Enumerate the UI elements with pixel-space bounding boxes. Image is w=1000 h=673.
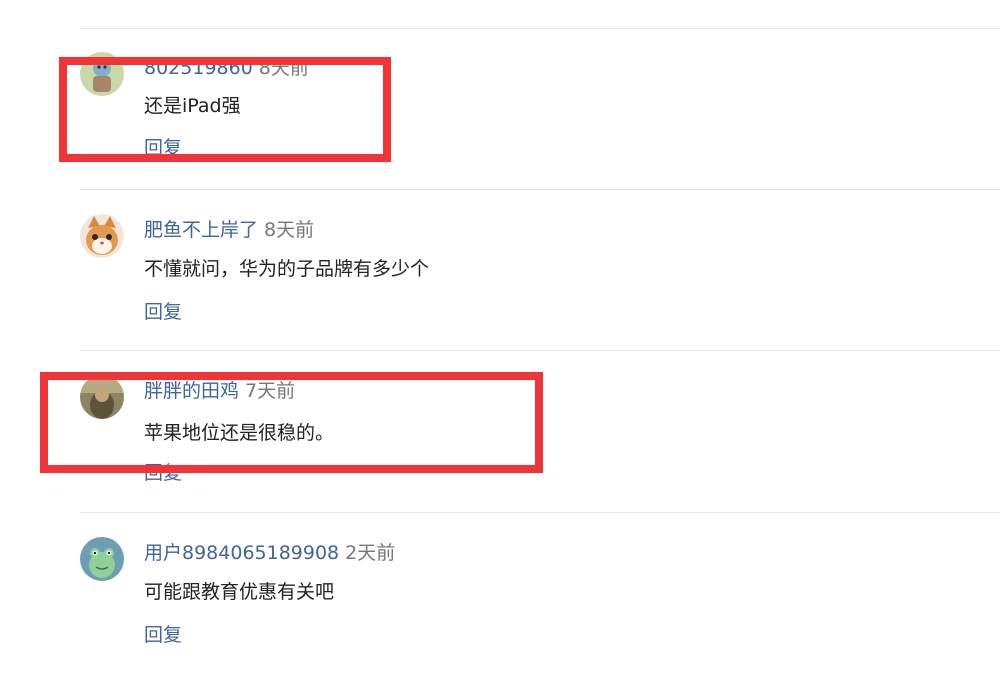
username-link[interactable]: 肥鱼不上岸了 — [144, 219, 258, 241]
username-link[interactable]: 用户8984065189908 — [144, 542, 339, 564]
comment-meta: 用户8984065189908 2天前 — [144, 541, 395, 565]
reply-button[interactable]: 回复 — [144, 136, 182, 160]
divider — [80, 28, 1000, 29]
avatar-photo-icon[interactable] — [80, 375, 124, 419]
comment-time: 2天前 — [345, 542, 396, 564]
comment-item: 用户8984065189908 2天前 可能跟教育优惠有关吧 回复 — [0, 513, 1000, 673]
comment-time: 8天前 — [264, 219, 315, 241]
avatar-cat-icon[interactable] — [80, 214, 124, 258]
comment-item: 802519860 8天前 还是iPad强 回复 — [0, 30, 1000, 190]
comment-text: 苹果地位还是很稳的。 — [144, 422, 335, 444]
comment-item: 胖胖的田鸡 7天前 苹果地位还是很稳的。 回复 — [0, 351, 1000, 511]
reply-button[interactable]: 回复 — [144, 300, 182, 324]
comment-meta: 802519860 8天前 — [144, 56, 309, 80]
avatar-frog-icon[interactable] — [80, 537, 124, 581]
username-link[interactable]: 胖胖的田鸡 — [144, 380, 239, 402]
comment-time: 8天前 — [258, 57, 309, 79]
reply-button[interactable]: 回复 — [144, 461, 182, 485]
comment-text: 不懂就问，华为的子品牌有多少个 — [144, 258, 430, 280]
comment-text: 还是iPad强 — [144, 95, 241, 117]
comment-text: 可能跟教育优惠有关吧 — [144, 581, 335, 603]
comment-list: 802519860 8天前 还是iPad强 回复 肥鱼不上岸了 8天前 不懂就问，华… — [0, 0, 1000, 658]
avatar-cartoon-icon[interactable] — [80, 52, 124, 96]
comment-time: 7天前 — [245, 380, 296, 402]
username-link[interactable]: 802519860 — [144, 57, 253, 79]
comment-meta: 肥鱼不上岸了 8天前 — [144, 218, 314, 242]
comment-meta: 胖胖的田鸡 7天前 — [144, 379, 295, 403]
reply-button[interactable]: 回复 — [144, 623, 182, 647]
comment-item: 肥鱼不上岸了 8天前 不懂就问，华为的子品牌有多少个 回复 — [0, 190, 1000, 350]
